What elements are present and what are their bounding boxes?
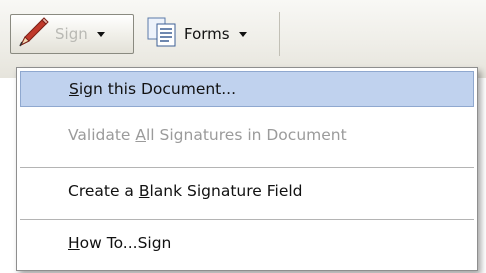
sign-button-label: Sign <box>55 25 88 43</box>
sign-dropdown-menu: Sign this Document... Validate All Signa… <box>16 67 478 271</box>
menu-item-label: Sign this Document... <box>69 80 237 98</box>
menu-separator <box>20 167 474 168</box>
sign-menu-button[interactable]: Sign <box>10 14 134 54</box>
chevron-down-icon <box>96 31 105 37</box>
pen-icon <box>19 17 49 51</box>
forms-button-label: Forms <box>184 25 230 43</box>
forms-icon <box>146 16 178 52</box>
menu-item-create-blank-signature-field[interactable]: Create a Blank Signature Field <box>20 173 474 209</box>
forms-menu-button[interactable]: Forms <box>142 14 272 54</box>
menu-item-label: Create a Blank Signature Field <box>68 182 303 200</box>
menu-item-validate-all-signatures: Validate All Signatures in Document <box>20 117 474 153</box>
menu-item-label: How To...Sign <box>68 234 172 252</box>
toolbar-separator <box>279 12 280 56</box>
menu-item-label: Validate All Signatures in Document <box>68 126 347 144</box>
menu-item-sign-this-document[interactable]: Sign this Document... <box>20 71 474 107</box>
chevron-down-icon <box>238 31 247 37</box>
menu-separator <box>20 219 474 220</box>
menu-item-how-to-sign[interactable]: How To...Sign <box>20 225 474 261</box>
